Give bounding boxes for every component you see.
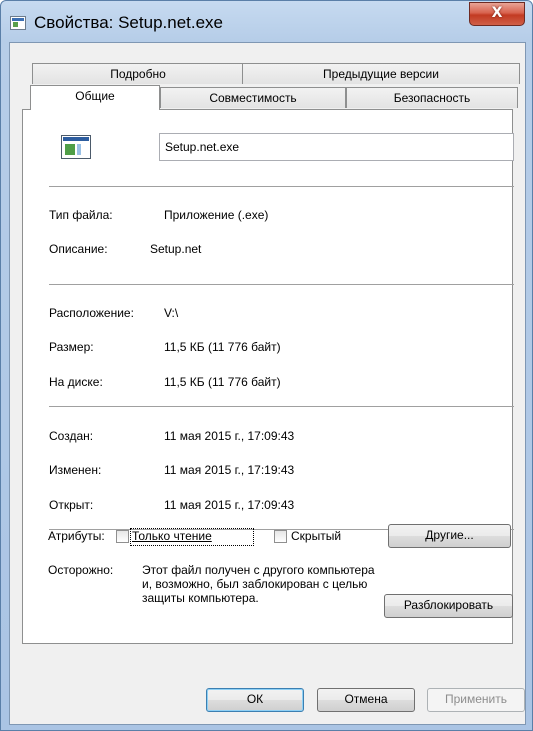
description-value: Setup.net — [150, 242, 202, 256]
tab-security[interactable]: Безопасность — [346, 87, 518, 108]
size-label: Размер: — [49, 340, 94, 354]
on-disk-value: 11,5 КБ (11 776 байт) — [164, 375, 281, 389]
on-disk-label: На диске: — [49, 375, 103, 389]
description-label: Описание: — [49, 242, 108, 256]
file-type-value: Приложение (.exe) — [164, 208, 269, 222]
tab-details[interactable]: Подробно — [32, 63, 244, 84]
modified-label: Изменен: — [49, 463, 102, 477]
apply-button[interactable]: Применить — [427, 688, 525, 712]
location-label: Расположение: — [49, 306, 134, 320]
attributes-label: Атрибуты: — [48, 529, 105, 543]
caution-text: Этот файл получен с другого компьютера и… — [142, 563, 375, 605]
dialog-client-area: Подробно Предыдущие версии Общие Совмест… — [9, 42, 526, 725]
properties-window: Свойства: Setup.net.exe X Подробно Преды… — [0, 0, 533, 731]
accessed-label: Открыт: — [49, 498, 94, 512]
separator — [49, 406, 514, 407]
location-value: V:\ — [164, 306, 179, 320]
file-name-input[interactable]: Setup.net.exe — [159, 133, 514, 161]
unblock-button[interactable]: Разблокировать — [384, 594, 513, 618]
tab-general[interactable]: Общие — [30, 85, 160, 110]
readonly-label[interactable]: Только чтение — [132, 529, 212, 543]
separator — [49, 186, 514, 187]
window-app-icon — [10, 16, 26, 30]
title-bar[interactable]: Свойства: Setup.net.exe X — [1, 1, 532, 41]
separator — [49, 284, 514, 285]
cancel-button[interactable]: Отмена — [317, 688, 415, 712]
hidden-checkbox[interactable] — [274, 530, 287, 543]
other-attributes-button[interactable]: Другие... — [388, 524, 511, 548]
close-button[interactable]: X — [469, 2, 525, 26]
size-value: 11,5 КБ (11 776 байт) — [164, 340, 281, 354]
caution-label: Осторожно: — [48, 563, 114, 577]
created-label: Создан: — [49, 429, 94, 443]
file-type-label: Тип файла: — [49, 208, 113, 222]
tab-compatibility[interactable]: Совместимость — [160, 87, 346, 108]
readonly-checkbox[interactable] — [116, 530, 129, 543]
tab-previous-versions[interactable]: Предыдущие версии — [242, 63, 520, 84]
hidden-label[interactable]: Скрытый — [291, 529, 341, 543]
exe-file-icon — [61, 135, 91, 159]
window-title: Свойства: Setup.net.exe — [34, 13, 224, 32]
accessed-value: 11 мая 2015 г., 17:09:43 — [164, 498, 295, 512]
created-value: 11 мая 2015 г., 17:09:43 — [164, 429, 295, 443]
ok-button[interactable]: ОК — [206, 688, 304, 712]
modified-value: 11 мая 2015 г., 17:19:43 — [164, 463, 295, 477]
